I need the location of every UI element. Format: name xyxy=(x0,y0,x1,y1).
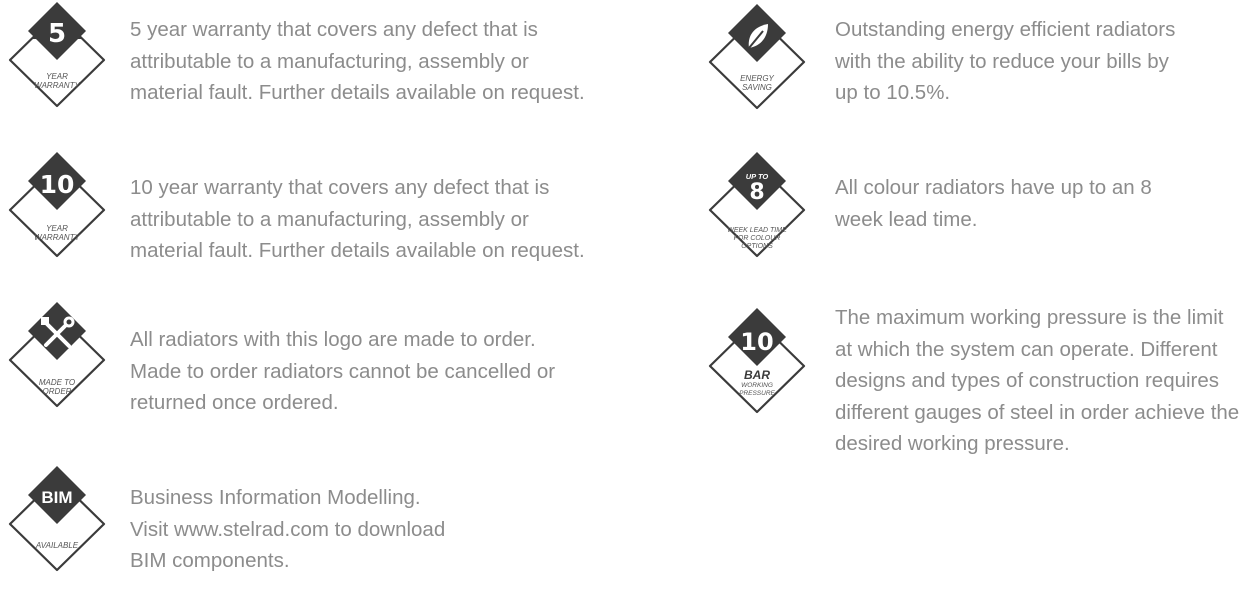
feature-ten-year-warranty: 10 YEAR WARRANTY 10 year warranty that c… xyxy=(0,150,620,275)
feature-lead-time: UP TO 8 WEEK LEAD TIME FOR COLOUR OPTION… xyxy=(700,150,1259,275)
five-year-warranty-badge: 5 YEAR WARRANTY xyxy=(0,2,120,122)
bim-available-badge: BIM AVAILABLE xyxy=(0,466,120,586)
ten-year-warranty-badge: 10 YEAR WARRANTY xyxy=(0,152,120,272)
lead-time-description: All colour radiators have up to an 8 wee… xyxy=(835,176,1152,231)
badge-caption: WEEK LEAD TIME FOR COLOUR OPTIONS xyxy=(727,227,787,250)
feature-working-pressure: 10 BAR WORKING PRESSURE The maximum work… xyxy=(700,300,1259,490)
energy-saving-description: Outstanding energy efficient radiators w… xyxy=(835,18,1176,104)
ten-year-warranty-description: 10 year warranty that covers any defect … xyxy=(130,176,585,262)
badge-caption: AVAILABLE xyxy=(35,541,79,550)
badge-number: 10 xyxy=(39,170,75,199)
badge-number: 5 xyxy=(47,19,67,49)
badge-number: 10 xyxy=(740,328,774,356)
five-year-warranty-description: 5 year warranty that covers any defect t… xyxy=(130,18,585,104)
feature-five-year-warranty: 5 YEAR WARRANTY 5 year warranty that cov… xyxy=(0,0,620,125)
badge-caption: YEAR WARRANTY xyxy=(34,72,80,90)
badge-number: 8 xyxy=(749,180,765,205)
working-pressure-badge: 10 BAR WORKING PRESSURE xyxy=(700,308,820,428)
working-pressure-description: The maximum working pressure is the limi… xyxy=(835,306,1240,455)
badge-bar-label: BAR xyxy=(744,368,770,382)
badge-caption: MADE TO ORDER xyxy=(38,378,76,396)
badge-caption: ENERGY SAVING xyxy=(740,74,774,92)
feature-made-to-order: MADE TO ORDER All radiators with this lo… xyxy=(0,302,620,427)
badge-bim-label: BIM xyxy=(41,488,73,507)
feature-bim-available: BIM AVAILABLE Business Information Model… xyxy=(0,466,620,590)
bim-description: Business Information Modelling. Visit ww… xyxy=(130,486,446,572)
energy-saving-badge: ENERGY SAVING xyxy=(700,4,820,124)
badge-caption: WORKING PRESSURE xyxy=(739,382,775,397)
made-to-order-badge: MADE TO ORDER xyxy=(0,302,120,422)
feature-energy-saving: ENERGY SAVING Outstanding energy efficie… xyxy=(700,0,1259,125)
badge-caption: YEAR WARRANTY xyxy=(34,224,80,242)
made-to-order-description: All radiators with this logo are made to… xyxy=(130,328,556,414)
lead-time-badge: UP TO 8 WEEK LEAD TIME FOR COLOUR OPTION… xyxy=(700,152,820,272)
